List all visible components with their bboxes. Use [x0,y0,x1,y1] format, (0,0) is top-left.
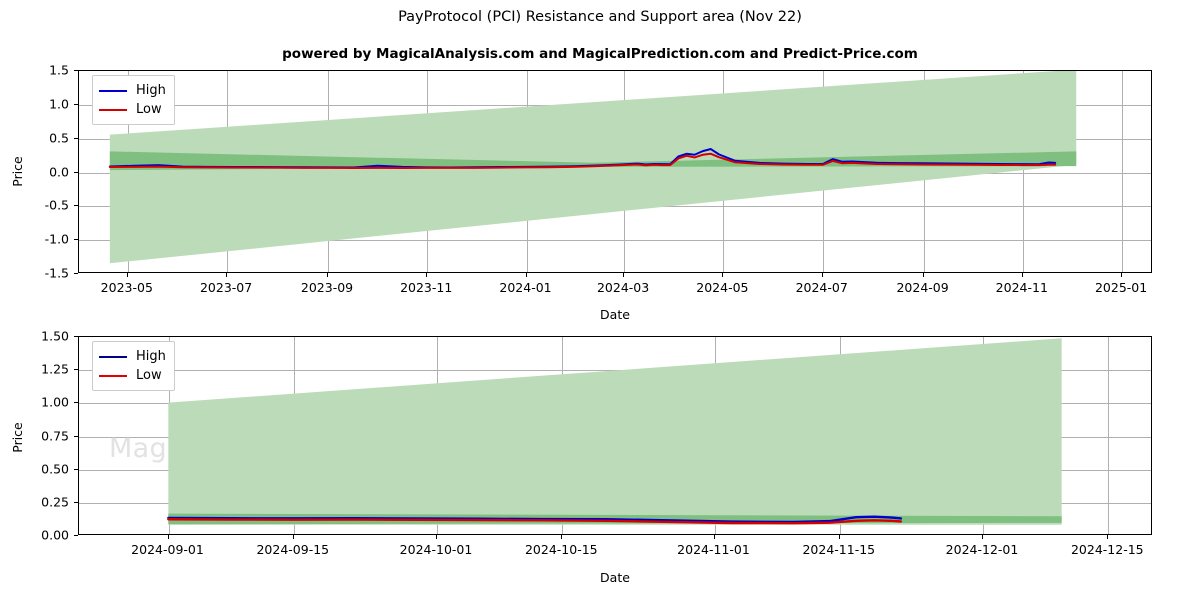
y-tick-label: 0.25 [41,494,69,510]
x-tick-label: 2023-11 [400,280,453,295]
upper-legend[interactable]: High Low [92,75,175,125]
x-tick-label: 2024-09-15 [256,542,330,557]
y-tick-label: 1.5 [49,62,69,78]
y-tick-mark [74,535,78,536]
y-tick-mark [74,205,78,207]
lower-plot-area: MagicalAnalysis.comMagicalPrediction.com [78,336,1152,535]
y-tick-mark [74,171,78,173]
y-tick-mark [74,402,78,404]
legend-item-low-lower[interactable]: Low [99,366,166,385]
x-tick-label: 2023-09 [300,280,354,295]
x-tick-label: 2024-03 [596,280,650,295]
y-tick-mark [74,369,78,371]
x-tick-label: 2024-12-01 [945,542,1019,557]
legend-label-high: High [136,83,166,98]
y-tick-label: 1.50 [41,328,69,344]
y-tick-label: 0.5 [49,130,69,146]
y-tick-mark [74,435,78,437]
x-tick-mark [1021,273,1023,277]
lower-legend[interactable]: High Low [92,341,175,391]
y-tick-label: 1.0 [49,96,69,112]
y-tick-label: 0.0 [49,164,69,179]
y-tick-label: 1.00 [41,394,69,410]
upper-x-axis-label: Date [600,307,630,322]
legend-item-low[interactable]: Low [99,100,166,119]
x-tick-label: 2024-09 [896,280,949,295]
x-tick-label: 2024-12-15 [1070,542,1144,557]
lower-y-axis-label: Price [9,422,25,453]
y-tick-label: 1.25 [41,361,69,377]
x-tick-mark [713,535,715,539]
low-line-swatch [99,374,127,377]
x-tick-mark [1107,535,1109,539]
x-tick-mark [126,273,128,277]
x-tick-label: 2023-07 [199,280,253,295]
y-tick-label: 0.50 [41,461,69,477]
y-tick-mark [74,273,78,274]
x-tick-label: 2025-01 [1094,280,1148,295]
x-tick-label: 2024-01 [499,280,552,295]
y-tick-label: 0.00 [41,527,69,543]
x-tick-mark [525,273,527,277]
upper-y-axis-label: Price [9,156,25,187]
legend-item-high[interactable]: High [99,81,166,100]
x-tick-mark [561,535,563,539]
x-tick-label: 2023-05 [100,280,153,295]
x-tick-mark [436,535,437,539]
lower-chart-axes: MagicalAnalysis.comMagicalPrediction.com… [41,329,1152,557]
x-tick-mark [838,535,840,539]
y-tick-label: -1.5 [44,265,69,281]
legend-label-low: Low [136,368,162,383]
x-tick-label: 2024-05 [696,280,749,295]
x-tick-label: 2024-10-15 [524,542,598,557]
y-tick-mark [74,137,78,139]
x-tick-mark [982,535,983,539]
series-line-low [110,154,1055,168]
x-tick-mark [226,273,228,277]
legend-label-low: Low [136,102,162,117]
upper-plot-area: MagicalAnalysis.comMagicalPrediction.com… [78,70,1152,273]
lower-x-axis-label: Date [600,570,630,585]
x-tick-label: 2024-11 [995,280,1048,295]
y-tick-mark [74,501,78,503]
x-tick-label: 2024-09-01 [131,542,204,557]
chart-figure: PayProtocol (PCI) Resistance and Support… [0,0,1200,600]
x-tick-mark [327,273,328,277]
y-tick-mark [74,103,78,105]
y-tick-mark [74,239,78,241]
y-tick-label: -0.5 [44,197,69,213]
x-tick-mark [426,273,428,277]
x-tick-mark [623,273,625,277]
x-tick-label: 2024-07 [795,280,848,295]
high-line-swatch [99,355,127,358]
x-tick-mark [292,535,294,539]
x-tick-mark [922,273,924,277]
y-tick-label: 0.75 [41,428,69,443]
legend-item-high-lower[interactable]: High [99,347,166,366]
legend-label-high: High [136,349,166,364]
y-tick-mark [74,468,78,470]
y-tick-label: -1.0 [44,231,69,247]
upper-series-layer [79,71,1151,272]
low-line-swatch [99,108,127,111]
high-line-swatch [99,89,127,92]
lower-series-layer [79,337,1151,534]
x-tick-mark [1121,273,1123,277]
y-tick-mark [74,70,78,71]
x-tick-mark [821,273,823,277]
chart-subtitle: powered by MagicalAnalysis.com and Magic… [282,46,918,62]
x-tick-label: 2024-10-01 [399,542,473,557]
upper-chart-axes: MagicalAnalysis.comMagicalPrediction.com… [45,63,1152,295]
x-tick-label: 2024-11-15 [802,542,876,557]
y-tick-mark [74,336,78,337]
x-tick-mark [167,535,169,539]
page-title: PayProtocol (PCI) Resistance and Support… [398,9,802,25]
x-tick-mark [722,273,724,277]
x-tick-label: 2024-11-01 [677,542,750,557]
